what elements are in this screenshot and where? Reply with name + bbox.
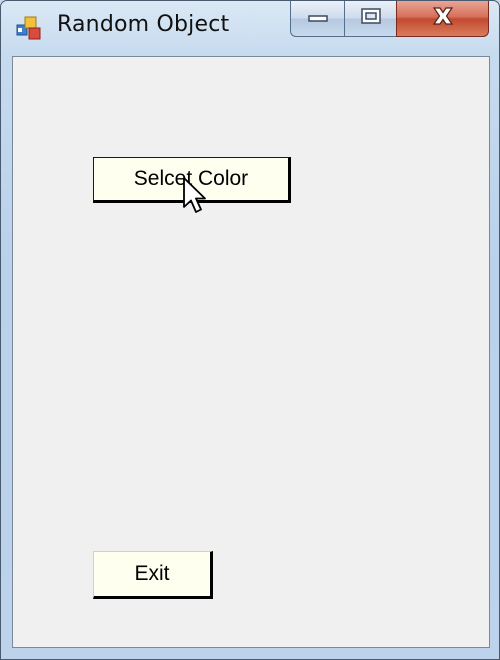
window-title: Random Object (57, 12, 230, 37)
select-color-button[interactable]: Selcet Color (93, 157, 291, 203)
exit-button[interactable]: Exit (93, 551, 213, 599)
minimize-icon (307, 10, 328, 28)
restore-icon (360, 7, 382, 30)
form-client-area: Selcet Color Exit (12, 56, 490, 648)
app-window: Random Object Selcet Color Exit (0, 0, 500, 660)
title-bar[interactable]: Random Object (1, 1, 499, 53)
minimize-button[interactable] (290, 1, 344, 37)
form-app-icon[interactable] (16, 15, 42, 41)
close-button[interactable] (396, 1, 489, 37)
caption-buttons (290, 1, 489, 37)
close-icon (431, 6, 455, 31)
restore-button[interactable] (344, 1, 396, 37)
